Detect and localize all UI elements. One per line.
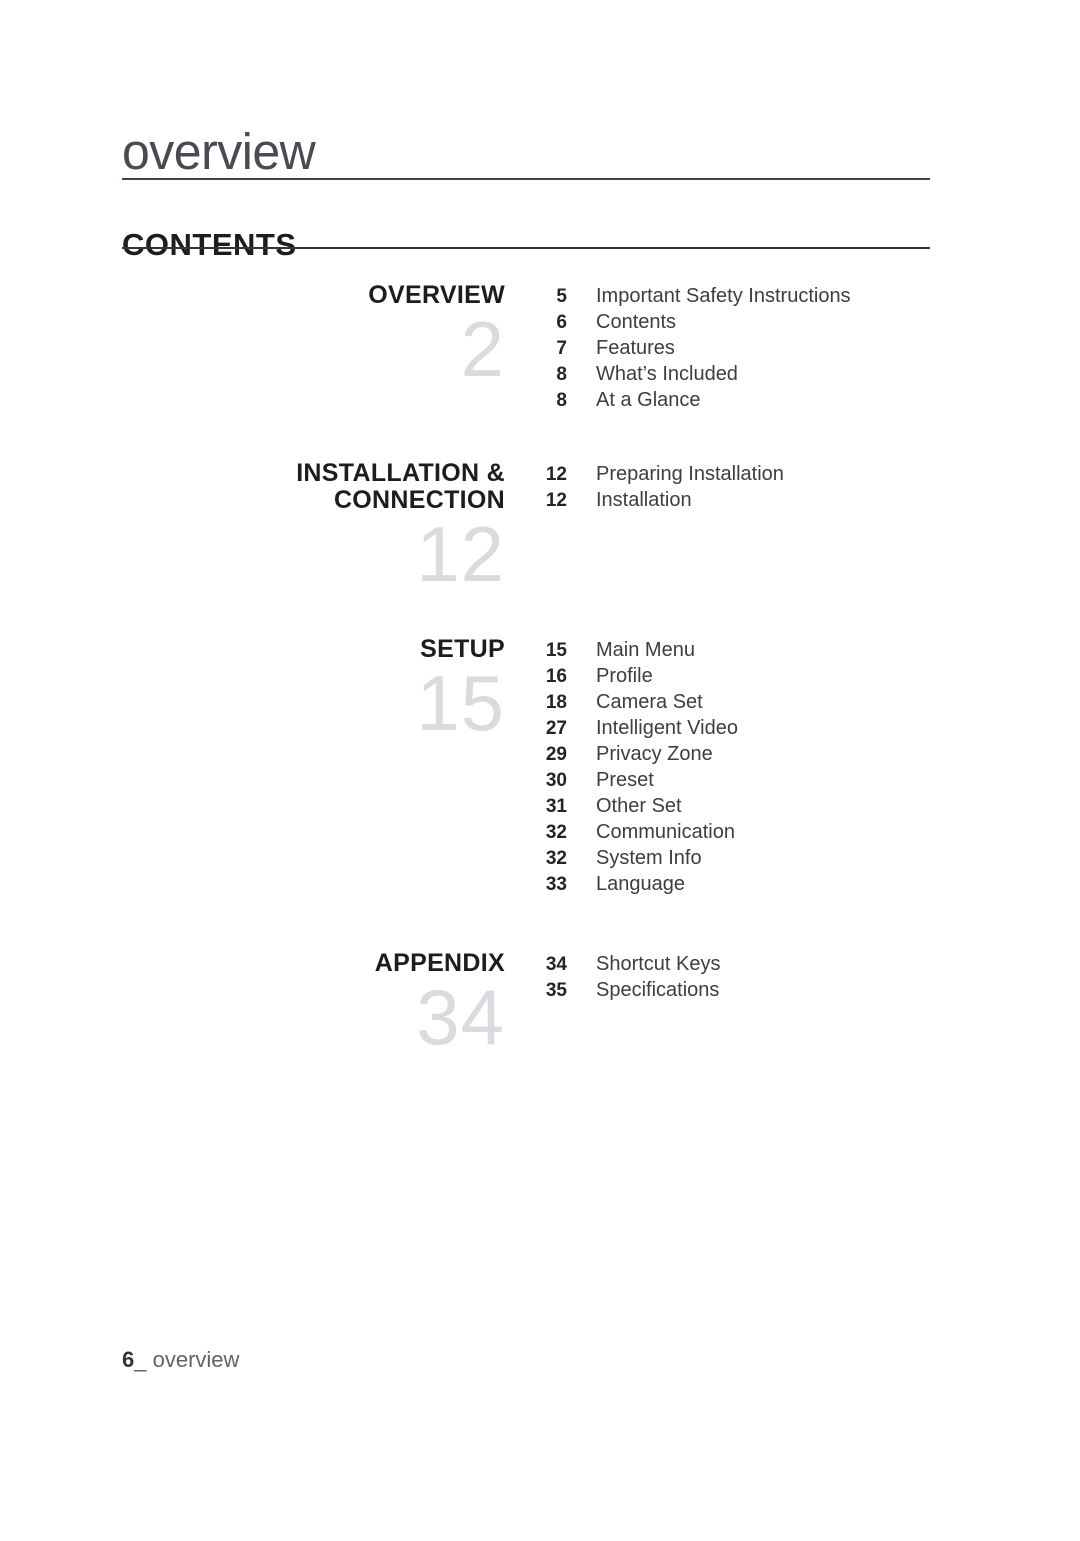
- toc-block-big-number: 2: [460, 305, 505, 393]
- toc-entry[interactable]: 31 Other Set: [519, 793, 1080, 819]
- toc-entry[interactable]: 18 Camera Set: [519, 689, 1080, 715]
- toc-block-appendix: APPENDIX 34 34 Shortcut Keys 35 Specific…: [0, 950, 1080, 1061]
- toc-entry-page: 8: [556, 364, 567, 385]
- toc-entry-title: Main Menu: [596, 639, 695, 661]
- toc-entry-page: 12: [545, 490, 567, 511]
- toc-block-label-setup: SETUP 15: [0, 636, 505, 747]
- toc-entry-page: 34: [545, 954, 567, 975]
- toc-block-big-number: 15: [416, 659, 505, 747]
- toc-entries-installation-connection: 12 Preparing Installation 12 Installatio…: [505, 460, 1080, 513]
- toc-block-overview: OVERVIEW 2 5 Important Safety Instructio…: [0, 282, 1080, 413]
- page-title-rule: [122, 247, 930, 249]
- footer-label: overview: [152, 1347, 240, 1372]
- toc-entry-page: 33: [545, 874, 567, 895]
- toc-block-big-number: 34: [416, 973, 505, 1061]
- toc-entry-title: Contents: [596, 311, 677, 333]
- toc-entry-page: 31: [545, 796, 567, 817]
- toc-entry-title: Installation: [596, 489, 692, 511]
- toc-entry-title: Other Set: [596, 795, 682, 817]
- toc-entry-title: Language: [596, 873, 685, 895]
- toc-entry-page: 32: [545, 848, 567, 869]
- toc-entry[interactable]: 5 Important Safety Instructions: [519, 283, 1080, 309]
- toc-entry[interactable]: 16 Profile: [519, 663, 1080, 689]
- toc-entry[interactable]: 15 Main Menu: [519, 637, 1080, 663]
- toc-entry[interactable]: 30 Preset: [519, 767, 1080, 793]
- toc-block-gap: [0, 897, 1080, 950]
- footer-page-number: 6: [122, 1347, 135, 1372]
- toc-entry[interactable]: 32 System Info: [519, 845, 1080, 871]
- toc-block-heading: OVERVIEW: [368, 281, 505, 309]
- toc-entry[interactable]: 12 Installation: [519, 487, 1080, 513]
- toc-entry-title: Profile: [596, 665, 653, 687]
- toc-entry-title: What’s Included: [596, 363, 738, 385]
- toc-entry-title: Intelligent Video: [596, 717, 738, 739]
- running-head: overview: [122, 122, 316, 181]
- footer-separator: _: [134, 1347, 147, 1372]
- toc-block-big-number: 12: [416, 510, 505, 598]
- toc-entry-title: Shortcut Keys: [596, 953, 721, 975]
- toc-entry-page: 35: [545, 980, 567, 1001]
- toc-entry-title: Privacy Zone: [596, 743, 713, 765]
- toc-block-heading-line1: INSTALLATION &: [296, 459, 505, 487]
- toc-block-gap: [0, 592, 1080, 636]
- toc-entry[interactable]: 29 Privacy Zone: [519, 741, 1080, 767]
- page-footer: 6_ overview: [122, 1349, 239, 1371]
- toc-entry-page: 30: [545, 770, 567, 791]
- toc-entry-title: Communication: [596, 821, 735, 843]
- toc-entry[interactable]: 34 Shortcut Keys: [519, 951, 1080, 977]
- toc-entries-appendix: 34 Shortcut Keys 35 Specifications: [505, 950, 1080, 1003]
- toc-entry-title: Specifications: [596, 979, 720, 1001]
- toc-entry-title: Preset: [596, 769, 654, 791]
- toc-entry-page: 29: [545, 744, 567, 765]
- toc-entry-page: 5: [556, 286, 567, 307]
- toc-entry-page: 32: [545, 822, 567, 843]
- toc-entry-page: 7: [556, 338, 567, 359]
- toc-entry[interactable]: 8 At a Glance: [519, 387, 1080, 413]
- toc-entry[interactable]: 8 What’s Included: [519, 361, 1080, 387]
- toc-block-label-installation-connection: INSTALLATION & CONNECTION 12: [0, 459, 505, 598]
- toc-entry-page: 16: [545, 666, 567, 687]
- running-head-rule: [122, 178, 930, 180]
- toc-entry-title: Camera Set: [596, 691, 703, 713]
- toc-entry-title: Features: [596, 337, 675, 359]
- toc-entry-page: 18: [545, 692, 567, 713]
- toc-entry-page: 8: [556, 390, 567, 411]
- toc-entries-overview: 5 Important Safety Instructions 6 Conten…: [505, 282, 1080, 413]
- toc-entry-title: Important Safety Instructions: [596, 285, 851, 307]
- toc-entry[interactable]: 7 Features: [519, 335, 1080, 361]
- toc-entry[interactable]: 33 Language: [519, 871, 1080, 897]
- toc-entry[interactable]: 6 Contents: [519, 309, 1080, 335]
- toc-entry-page: 12: [545, 464, 567, 485]
- document-page: overview CONTENTS OVERVIEW 2 5 Important…: [0, 0, 1080, 1541]
- toc-entry-page: 6: [556, 312, 567, 333]
- toc-entry[interactable]: 27 Intelligent Video: [519, 715, 1080, 741]
- toc-block-setup: SETUP 15 15 Main Menu 16 Profile 18 Came…: [0, 636, 1080, 897]
- toc-entries-setup: 15 Main Menu 16 Profile 18 Camera Set 27…: [505, 636, 1080, 897]
- toc-entry-page: 15: [545, 640, 567, 661]
- toc-block-label-appendix: APPENDIX 34: [0, 950, 505, 1061]
- toc-entry-title: At a Glance: [596, 389, 701, 411]
- toc-block-label-overview: OVERVIEW 2: [0, 281, 505, 393]
- toc-entry-page: 27: [545, 718, 567, 739]
- toc-entry[interactable]: 35 Specifications: [519, 977, 1080, 1003]
- toc-block-installation-connection: INSTALLATION & CONNECTION 12 12 Preparin…: [0, 459, 1080, 598]
- toc-entry[interactable]: 32 Communication: [519, 819, 1080, 845]
- table-of-contents: OVERVIEW 2 5 Important Safety Instructio…: [0, 282, 1080, 1061]
- toc-entry-title: System Info: [596, 847, 702, 869]
- toc-entry[interactable]: 12 Preparing Installation: [519, 461, 1080, 487]
- toc-entry-title: Preparing Installation: [596, 463, 784, 485]
- page-title: CONTENTS: [122, 226, 297, 262]
- toc-block-gap: [0, 413, 1080, 460]
